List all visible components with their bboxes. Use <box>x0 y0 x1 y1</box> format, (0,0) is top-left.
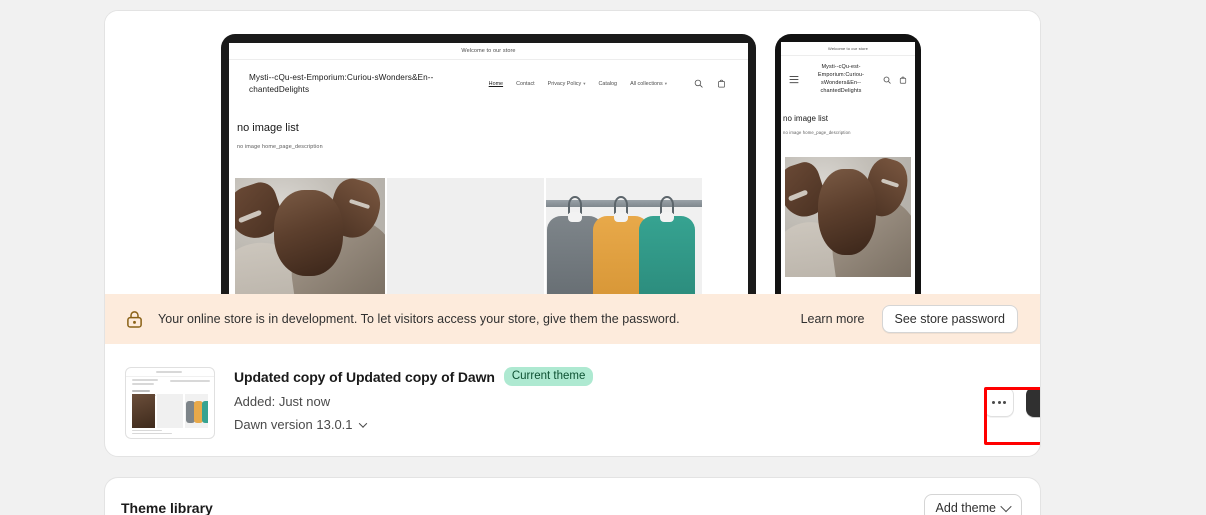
storefront-header: Mysti--cQu-est-Emporium:Curiou-sWonders&… <box>229 59 748 108</box>
hamburger-menu-icon[interactable] <box>789 75 799 84</box>
theme-info-main: Updated copy of Updated copy of Dawn Cur… <box>215 367 1020 432</box>
lock-icon <box>127 310 142 328</box>
add-theme-button[interactable]: Add theme <box>923 494 1022 515</box>
thumb-blank <box>156 394 184 428</box>
search-icon[interactable] <box>883 76 891 84</box>
dot-icon <box>992 400 995 404</box>
nav-link-all-collections[interactable]: All collections ▾ <box>630 81 667 87</box>
development-banner-message: Your online store is in development. To … <box>158 312 680 326</box>
status-badge: Current theme <box>503 367 594 387</box>
see-store-password-button[interactable]: See store password <box>881 305 1018 333</box>
mobile-preview-screen: Welcome to our store Mysti--cQu-est-Empo… <box>781 42 915 294</box>
mobile-preview-frame[interactable]: Welcome to our store Mysti--cQu-est-Empo… <box>775 34 921 294</box>
grid-image-portrait <box>235 177 385 294</box>
dot-icon <box>1003 400 1006 404</box>
chevron-down-icon: ▾ <box>664 80 667 86</box>
tablet-preview-frame[interactable]: Welcome to our store Mysti--cQu-est-Empo… <box>221 34 756 294</box>
theme-version-label: Dawn version 13.0.1 <box>234 417 353 433</box>
development-banner: Your online store is in development. To … <box>105 294 1040 344</box>
tablet-preview-screen: Welcome to our store Mysti--cQu-est-Empo… <box>229 43 748 294</box>
theme-library-title: Theme library <box>121 500 213 515</box>
nav-link-catalog[interactable]: Catalog <box>598 81 617 87</box>
theme-library-card: Theme library Add theme <box>104 477 1041 515</box>
mobile-store-logo-text: Mysti--cQu-est-Emporium:Curiou-sWonders&… <box>817 64 865 94</box>
more-actions-button[interactable] <box>984 387 1014 417</box>
theme-preview-stage: Welcome to our store Mysti--cQu-est-Empo… <box>105 11 1040 294</box>
thumb-hangers <box>185 394 208 428</box>
theme-title-line: Updated copy of Updated copy of Dawn Cur… <box>234 367 1020 387</box>
announcement-bar: Welcome to our store <box>229 43 748 59</box>
theme-library-header: Theme library Add theme <box>105 478 1040 515</box>
cart-icon[interactable] <box>717 79 726 88</box>
nav-link-privacy-policy[interactable]: Privacy Policy ▾ <box>548 81 586 87</box>
mobile-storefront-heading: no image list <box>783 113 828 123</box>
chevron-down-icon <box>1000 500 1012 513</box>
cart-icon[interactable] <box>899 76 907 84</box>
theme-name: Updated copy of Updated copy of Dawn <box>234 368 495 385</box>
learn-more-link[interactable]: Learn more <box>801 312 865 326</box>
thumb-portrait <box>132 394 155 428</box>
themes-page: Welcome to our store Mysti--cQu-est-Empo… <box>0 0 1206 515</box>
search-icon[interactable] <box>694 79 703 89</box>
chevron-down-icon[interactable] <box>358 419 367 428</box>
storefront-body: no image list no image home_page_descrip… <box>229 107 748 294</box>
nav-link-contact[interactable]: Contact <box>516 81 535 87</box>
customize-button[interactable]: Customize <box>1026 387 1040 417</box>
mobile-header-icons <box>883 76 907 84</box>
grid-image-hangers <box>546 177 702 294</box>
theme-actions: Customize <box>984 387 1040 417</box>
mobile-storefront-header: Mysti--cQu-est-Emporium:Curiou-sWonders&… <box>781 55 915 104</box>
mobile-storefront-subheading: no image home_page_description <box>783 129 851 135</box>
theme-thumbnail <box>125 367 215 439</box>
mobile-grid-image-portrait <box>781 156 915 277</box>
storefront-nav: Home Contact Privacy Policy ▾ Catalog All… <box>449 79 726 89</box>
storefront-header-icons <box>694 79 726 89</box>
storefront-heading: no image list <box>237 121 299 134</box>
theme-version-row[interactable]: Dawn version 13.0.1 <box>234 417 1020 432</box>
store-logo-text: Mysti--cQu-est-Emporium:Curiou-sWonders&… <box>249 73 434 94</box>
dot-icon <box>997 400 1001 404</box>
current-theme-card: Welcome to our store Mysti--cQu-est-Empo… <box>104 10 1041 457</box>
storefront-subheading: no image home_page_description <box>237 143 323 150</box>
mobile-storefront-body: no image list no image home_page_descrip… <box>781 103 915 277</box>
current-theme-info-row: Updated copy of Updated copy of Dawn Cur… <box>105 344 1040 456</box>
grid-cell-empty <box>387 177 544 294</box>
storefront-image-grid <box>229 177 748 294</box>
chevron-down-icon: ▾ <box>583 80 586 86</box>
add-theme-label: Add theme <box>935 501 996 515</box>
nav-link-home[interactable]: Home <box>489 81 503 87</box>
theme-added-date: Added: Just now <box>234 394 331 410</box>
mobile-announcement-bar: Welcome to our store <box>781 42 915 55</box>
